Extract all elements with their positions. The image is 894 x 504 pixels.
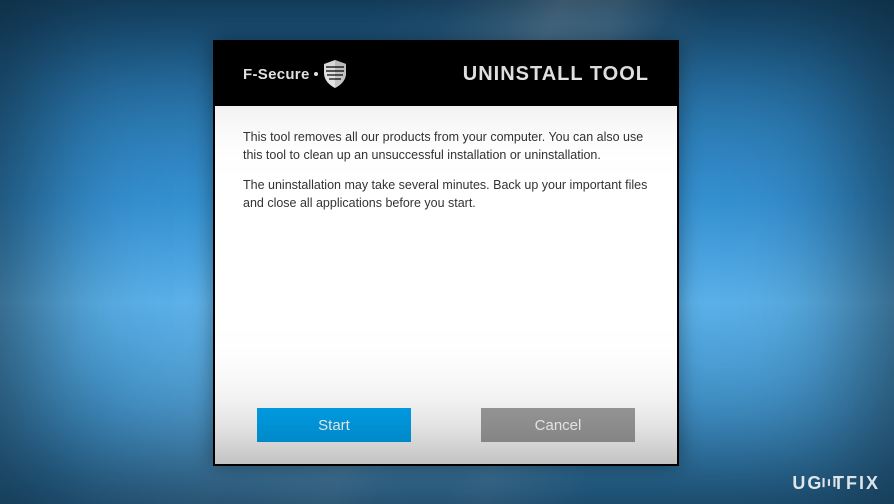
start-button[interactable]: Start [257,408,411,442]
brand-logo: F-Secure [243,59,348,89]
description-paragraph-1: This tool removes all our products from … [243,128,649,164]
dialog-body: This tool removes all our products from … [215,106,677,247]
shield-icon [322,59,348,89]
dialog-footer: Start Cancel [215,408,677,442]
brand-name: F-Secure [243,66,310,83]
cancel-button[interactable]: Cancel [481,408,635,442]
description-paragraph-2: The uninstallation may take several minu… [243,176,649,212]
uninstall-tool-dialog: F-Secure UNINSTALL TOOL This tool remove… [213,40,679,466]
watermark: UGΞTFIX [792,473,880,494]
dialog-header: F-Secure UNINSTALL TOOL [215,42,677,106]
dialog-title: UNINSTALL TOOL [463,63,649,86]
brand-dot-icon [314,72,318,76]
